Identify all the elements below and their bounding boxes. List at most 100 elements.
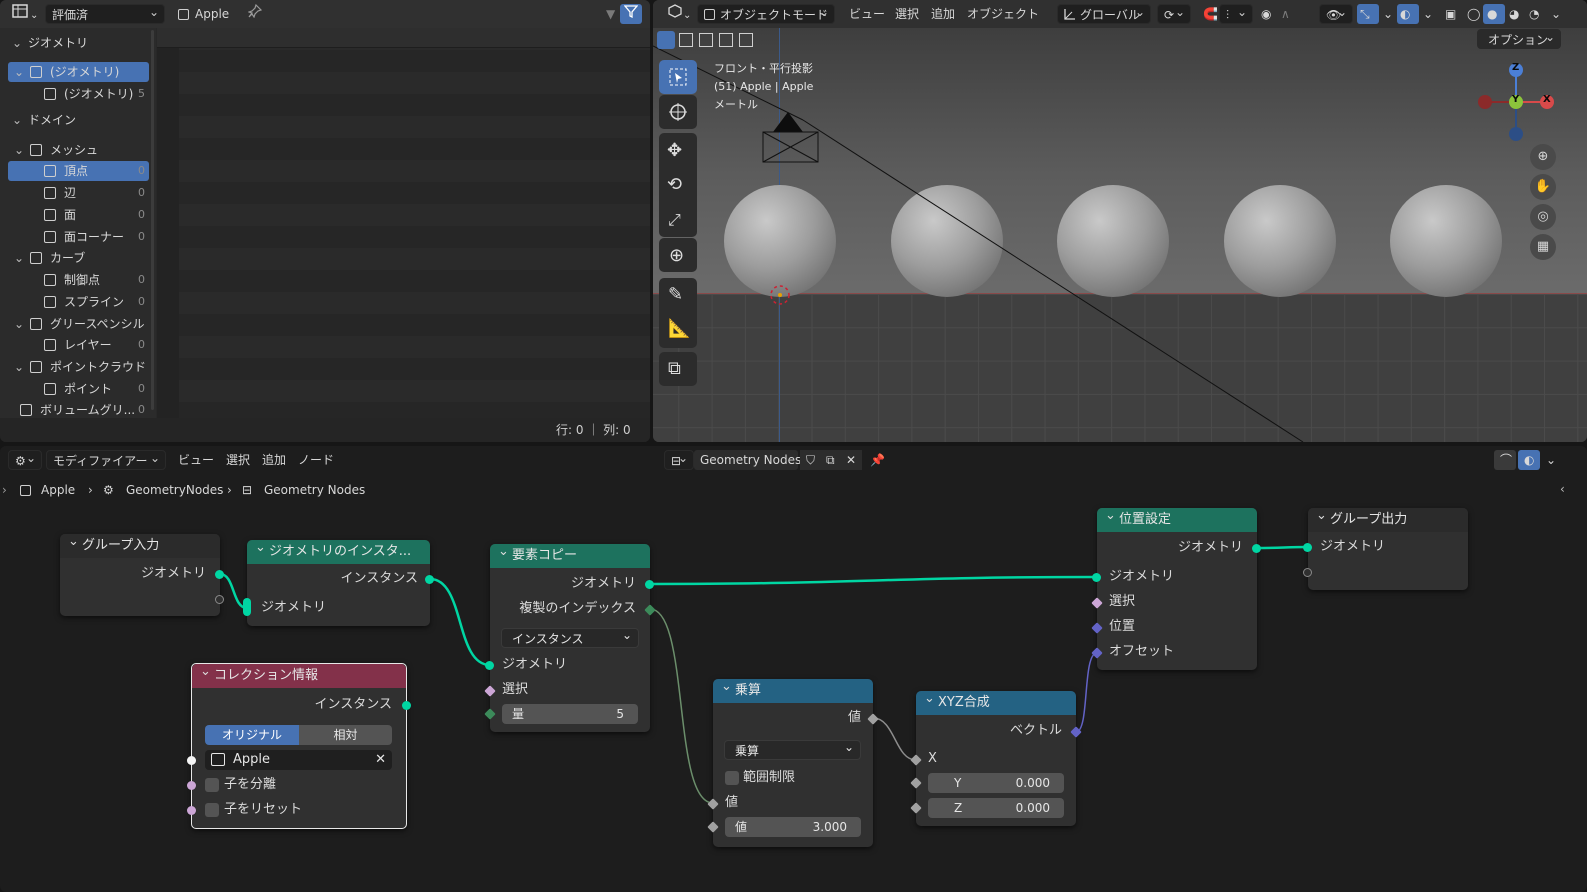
domain-dropdown[interactable]: インスタンス	[501, 625, 639, 648]
tree-item[interactable]: 面コーナー 0	[8, 227, 149, 247]
evaluation-dropdown[interactable]: 評価済	[45, 2, 165, 24]
tree-item[interactable]: ⌄ ポイントクラウド	[8, 357, 149, 377]
annotate-icon[interactable]: ✎	[668, 284, 683, 305]
snap-icon[interactable]: 🧲	[1197, 4, 1221, 24]
spreadsheet-table[interactable]	[157, 28, 650, 418]
chevron-down-icon[interactable]: ⌄	[1377, 4, 1399, 24]
node-header[interactable]: グループ入力	[60, 534, 220, 558]
snap-target-dropdown[interactable]: ⫶	[1219, 2, 1253, 24]
pan-hand-icon[interactable]: ✋	[1530, 174, 1556, 200]
tree-item[interactable]: スプライン 0	[8, 292, 149, 312]
filter-icon[interactable]: ▼	[600, 4, 621, 24]
tree-item[interactable]: ⌄ メッシュ	[8, 140, 149, 160]
geometry-input-socket[interactable]	[1303, 543, 1312, 552]
node-header[interactable]: コレクション情報	[192, 664, 406, 688]
3d-viewport[interactable]: ⌄ オブジェクトモード ビュー 選択 追加 オブジェクト グローバル ⟳ 🧲 ⫶…	[653, 0, 1587, 442]
pin-icon[interactable]	[242, 3, 268, 24]
value-field[interactable]: 値 3.000	[725, 817, 861, 837]
node-duplicate-elements[interactable]: 要素コピー ジオメトリ 複製のインデックス インスタンス ジオメトリ 選択 量 …	[484, 544, 656, 732]
boolean-input-socket[interactable]	[187, 781, 196, 790]
falloff-icon[interactable]: ∧	[1275, 4, 1296, 24]
chevron-down-icon[interactable]: ⌄	[1417, 4, 1439, 24]
overlay-toggle[interactable]: ◐	[1397, 4, 1419, 24]
scale-icon[interactable]: ⤢	[668, 210, 681, 230]
y-field[interactable]: Y 0.000	[928, 773, 1064, 793]
menu-select[interactable]: 選択	[889, 4, 925, 24]
pivot-dropdown[interactable]: ⟳	[1157, 2, 1191, 24]
select-new-icon[interactable]	[657, 31, 675, 49]
transform-orientation-dropdown[interactable]: グローバル	[1057, 2, 1151, 24]
tree-item[interactable]: 面0	[8, 205, 149, 225]
filter-toggle-button[interactable]	[620, 4, 642, 24]
chevron-down-icon[interactable]: ⌄	[14, 62, 24, 82]
select-extend-icon[interactable]	[679, 33, 693, 47]
transform-original-tab[interactable]: オリジナル	[205, 725, 299, 745]
chevron-down-icon[interactable]: ⌄	[14, 357, 24, 377]
chevron-down-icon[interactable]: ⌄	[14, 314, 24, 334]
node-group-input[interactable]: グループ入力 ジオメトリ	[60, 534, 224, 616]
node-group-output[interactable]: グループ出力 ジオメトリ	[1303, 508, 1468, 590]
interaction-mode-dropdown[interactable]: オブジェクトモード	[697, 2, 835, 24]
cursor-tool[interactable]	[659, 95, 697, 129]
geometry-output-socket[interactable]	[425, 575, 434, 584]
collection-input-socket[interactable]	[187, 756, 196, 765]
node-header[interactable]: 乗算	[713, 679, 873, 703]
select-box-tool[interactable]	[659, 60, 697, 94]
operation-dropdown[interactable]: 乗算	[724, 737, 861, 760]
node-set-position[interactable]: 位置設定 ジオメトリ ジオメトリ 選択 位置 オフセット	[1091, 508, 1261, 670]
geometry-input-socket[interactable]	[1092, 573, 1101, 582]
chevron-down-icon[interactable]: ⌄	[1545, 4, 1567, 24]
options-dropdown[interactable]: オプション	[1477, 27, 1561, 49]
menu-view[interactable]: ビュー	[843, 4, 891, 24]
tree-item[interactable]: 辺0	[8, 183, 149, 203]
xray-icon[interactable]: ▣	[1439, 4, 1462, 24]
reset-children-checkbox[interactable]	[205, 803, 219, 817]
transform-relative-tab[interactable]: 相対	[299, 725, 392, 745]
node-header[interactable]: 要素コピー	[490, 544, 650, 568]
tree-item[interactable]: ⌄ ドメイン	[8, 110, 149, 130]
geometry-input-socket[interactable]	[485, 661, 494, 670]
chevron-down-icon[interactable]: ⌄	[12, 110, 22, 130]
tree-item[interactable]: ⌄ ジオメトリ	[8, 33, 149, 53]
node-header[interactable]: XYZ合成	[916, 691, 1076, 715]
solid-shading-icon[interactable]: ●	[1483, 4, 1505, 24]
tree-scrollbar[interactable]	[151, 30, 154, 410]
tree-item[interactable]: ⌄ カーブ	[8, 248, 149, 268]
editor-type-button[interactable]: ⌄	[6, 4, 40, 24]
empty-output-socket[interactable]	[215, 595, 224, 604]
select-invert-icon[interactable]	[719, 33, 733, 47]
tree-item[interactable]: 制御点 0	[8, 270, 149, 290]
tree-item[interactable]: (ジオメトリ) 5	[8, 84, 149, 104]
collection-field[interactable]: Apple ✕	[205, 750, 392, 770]
transform-tool[interactable]: ⊕	[659, 238, 697, 272]
tree-item[interactable]: ⌄ グリースペンシル	[8, 314, 149, 334]
menu-add[interactable]: 追加	[925, 4, 961, 24]
geometry-output-socket[interactable]	[1252, 544, 1261, 553]
close-icon[interactable]: ✕	[375, 750, 386, 770]
z-field[interactable]: Z 0.000	[928, 798, 1064, 818]
ortho-grid-icon[interactable]: ▦	[1530, 234, 1556, 260]
add-cube-tool[interactable]: ⧉	[659, 352, 697, 386]
measure-icon[interactable]: 📐	[668, 318, 690, 339]
chevron-down-icon[interactable]: ⌄	[12, 33, 22, 53]
instances-output-socket[interactable]	[402, 701, 411, 710]
move-icon[interactable]: ✥	[667, 140, 682, 161]
select-intersect-icon[interactable]	[739, 33, 753, 47]
node-collection-info[interactable]: コレクション情報 インスタンス オリジナル 相対 Apple ✕ 子を分離 子を…	[187, 663, 411, 829]
geometry-input-socket[interactable]	[243, 598, 251, 616]
tree-item[interactable]: レイヤー 0	[8, 335, 149, 355]
visibility-dropdown[interactable]: 👁	[1319, 2, 1353, 24]
node-math-multiply[interactable]: 乗算 値 乗算 範囲制限 値 値 3.000	[707, 679, 879, 847]
boolean-input-socket[interactable]	[187, 806, 196, 815]
zoom-icon[interactable]: ⊕	[1530, 144, 1556, 170]
menu-object[interactable]: オブジェクト	[961, 4, 1045, 24]
tree-item[interactable]: 頂点 0	[8, 161, 149, 181]
geometry-output-socket[interactable]	[645, 580, 654, 589]
gizmo-toggle[interactable]: ⤡	[1357, 4, 1379, 24]
node-realize-instances[interactable]: ジオメトリのインスタ... インスタンス ジオメトリ	[243, 540, 434, 626]
rotate-icon[interactable]: ⟲	[667, 174, 682, 195]
camera-view-icon[interactable]: ◎	[1530, 204, 1556, 230]
separate-children-checkbox[interactable]	[205, 778, 219, 792]
chevron-down-icon[interactable]: ⌄	[14, 140, 24, 160]
node-header[interactable]: 位置設定	[1097, 508, 1257, 532]
